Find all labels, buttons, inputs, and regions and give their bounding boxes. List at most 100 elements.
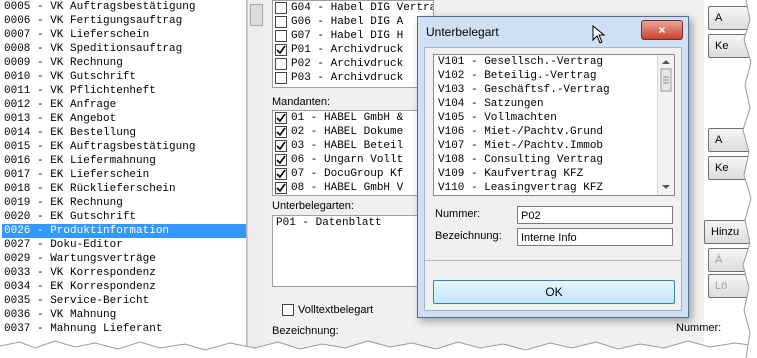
checkbox[interactable] [275,2,287,14]
mandant-item[interactable]: 08 - HABEL GmbH V [273,181,421,195]
scrollbar-arrows-icon [660,60,672,189]
archive-item[interactable]: G06 - Habel DIG A [273,15,433,29]
dialog-body: V101 - Gesellsch.-Vertrag V102 - Beteilig… [424,47,682,311]
dialog-list-item[interactable]: V101 - Gesellsch.-Vertrag [434,55,674,69]
list-item[interactable]: 0010 - VK Gutschrift [2,70,246,84]
list-item[interactable]: 0017 - EK Lieferschein [2,168,246,182]
mandant-item[interactable]: 06 - Ungarn Vollt [273,153,421,167]
unterbelegart-items: V101 - Gesellsch.-Vertrag V102 - Beteilig… [434,55,674,196]
checkbox[interactable] [275,126,287,138]
dialog-list-item[interactable]: V107 - Miet-/Pachtv.Immob [434,139,674,153]
dialog-divider [425,260,681,261]
torn-edge-right [742,0,757,358]
list-item[interactable]: 0018 - EK Rücklieferschein [2,182,246,196]
checkbox-label: 03 - HABEL Beteil [291,140,404,152]
dialog-list-item[interactable]: V102 - Beteilig.-Vertrag [434,69,674,83]
unterbelegart-item[interactable]: P01 - Datenblatt [273,216,421,230]
mandanten-checklist[interactable]: 01 - HABEL GmbH & 02 - HABEL Dokume 03 - H… [272,110,422,196]
mandant-item[interactable]: 07 - DocuGroup Kf [273,167,421,181]
list-item[interactable]: 0006 - VK Fertigungsauftrag [2,14,246,28]
list-item[interactable]: 0036 - VK Mahnung [2,308,246,322]
dialog-list-item[interactable]: V111 - Rahmenvertrag [434,195,674,196]
unterbelegart-list[interactable]: V101 - Gesellsch.-Vertrag V102 - Beteilig… [433,54,675,196]
mandant-item[interactable]: 02 - HABEL Dokume [273,125,421,139]
checkbox[interactable] [275,140,287,152]
volltext-checkbox-row[interactable]: Volltextbelegart [282,304,373,316]
dialog-list-item[interactable]: V105 - Vollmachten [434,111,674,125]
archive-item[interactable]: P02 - Archivdruck [273,57,433,71]
dialog-list-item[interactable]: V110 - Leasingvertrag KFZ [434,181,674,195]
list-item[interactable]: 0034 - EK Korrespondenz [2,280,246,294]
list-item[interactable]: 0005 - VK Auftragsbestätigung [2,0,246,14]
checkbox[interactable] [275,154,287,166]
checkbox[interactable] [275,16,287,28]
bezeichnung-dialog-label: Bezeichnung: [435,230,502,242]
list-item[interactable]: 0012 - EK Anfrage [2,98,246,112]
list-item[interactable]: 0029 - Wartungsverträge [2,252,246,266]
checkbox-label: G04 - Habel DIG Vertragsmanagement [291,2,433,14]
checkbox-label: P01 - Archivdruck [291,44,404,56]
dialog-list-scrollbar[interactable] [657,55,674,195]
dialog-list-item[interactable]: V108 - Consulting Vertrag [434,153,674,167]
checkbox[interactable] [275,182,287,194]
checkmark-icon [276,45,286,55]
checkmark-icon [276,141,286,151]
mandant-item[interactable]: 01 - HABEL GmbH & [273,111,421,125]
belegart-list-scrollbar[interactable] [247,0,264,348]
list-item[interactable]: 0015 - EK Auftragsbestätigung [2,140,246,154]
list-item[interactable]: 0013 - EK Angebot [2,112,246,126]
list-item[interactable]: 0016 - EK Liefermahnung [2,154,246,168]
mandant-item[interactable]: 03 - HABEL Beteil [273,139,421,153]
checkbox-label: 08 - HABEL GmbH V [291,182,404,194]
dialog-list-item[interactable]: V103 - Geschäftsf.-Vertrag [434,83,674,97]
scrollbar-thumb[interactable] [250,4,263,26]
close-button[interactable]: × [641,20,683,40]
unterbelegarten-list[interactable]: P01 - Datenblatt [272,215,422,287]
checkbox[interactable] [275,112,287,124]
volltext-checkbox[interactable] [282,304,294,316]
checkbox[interactable] [275,168,287,180]
belegart-list[interactable]: 0005 - VK Auftragsbestätigung 0006 - VK F… [2,0,247,348]
checkbox-label: 07 - DocuGroup Kf [291,168,404,180]
archive-item[interactable]: P01 - Archivdruck [273,43,433,57]
mouse-cursor-icon [592,25,606,44]
dialog-list-item[interactable]: V104 - Satzungen [434,97,674,111]
dialog-list-item[interactable]: V106 - Miet-/Pachtv.Grund [434,125,674,139]
list-item[interactable]: 0007 - VK Lieferschein [2,28,246,42]
checkbox-label: P02 - Archivdruck [291,58,404,70]
list-item[interactable]: 0020 - EK Gutschrift [2,210,246,224]
checkbox-label: G07 - Habel DIG H [291,30,404,42]
nummer-field[interactable]: P02 [517,206,673,224]
ok-button[interactable]: OK [433,280,675,304]
archive-checklist[interactable]: G04 - Habel DIG Vertragsmanagement G06 - … [272,0,434,88]
list-item[interactable]: 0026 - Produktinformation [2,224,246,238]
checkbox[interactable] [275,72,287,84]
list-item[interactable]: 0027 - Doku-Editor [2,238,246,252]
list-item[interactable]: 0033 - VK Korrespondenz [2,266,246,280]
archive-item[interactable]: G04 - Habel DIG Vertragsmanagement [273,1,433,15]
archive-item[interactable]: P03 - Archivdruck [273,71,433,85]
unterbelegarten-label: Unterbelegarten: [272,200,354,212]
archive-item[interactable]: G07 - Habel DIG H [273,29,433,43]
list-item[interactable]: 0037 - Mahnung Lieferant [2,322,246,336]
list-item[interactable]: 0011 - VK Pflichtenheft [2,84,246,98]
mandanten-label: Mandanten: [272,96,331,108]
nummer-label: Nummer: [435,208,481,220]
list-item[interactable]: 0008 - VK Speditionsauftrag [2,42,246,56]
checkmark-icon [276,113,286,123]
checkbox[interactable] [275,44,287,56]
checkmark-icon [276,183,286,193]
unterbelegart-dialog: Unterbelegart × V101 - Gesellsch.-Vertra… [417,16,689,318]
list-item[interactable]: 0019 - EK Rechnung [2,196,246,210]
volltext-label: Volltextbelegart [298,304,374,316]
checkbox[interactable] [275,58,287,70]
list-item[interactable]: 0014 - EK Bestellung [2,126,246,140]
checkbox[interactable] [275,30,287,42]
list-item[interactable]: 0009 - VK Rechnung [2,56,246,70]
list-item[interactable]: 0035 - Service-Bericht [2,294,246,308]
torn-edge-bottom [0,340,757,358]
close-icon: × [658,23,666,37]
checkbox-label: P03 - Archivdruck [291,72,404,84]
dialog-list-item[interactable]: V109 - Kaufvertrag KFZ [434,167,674,181]
bezeichnung-field[interactable]: Interne Info [517,228,673,246]
